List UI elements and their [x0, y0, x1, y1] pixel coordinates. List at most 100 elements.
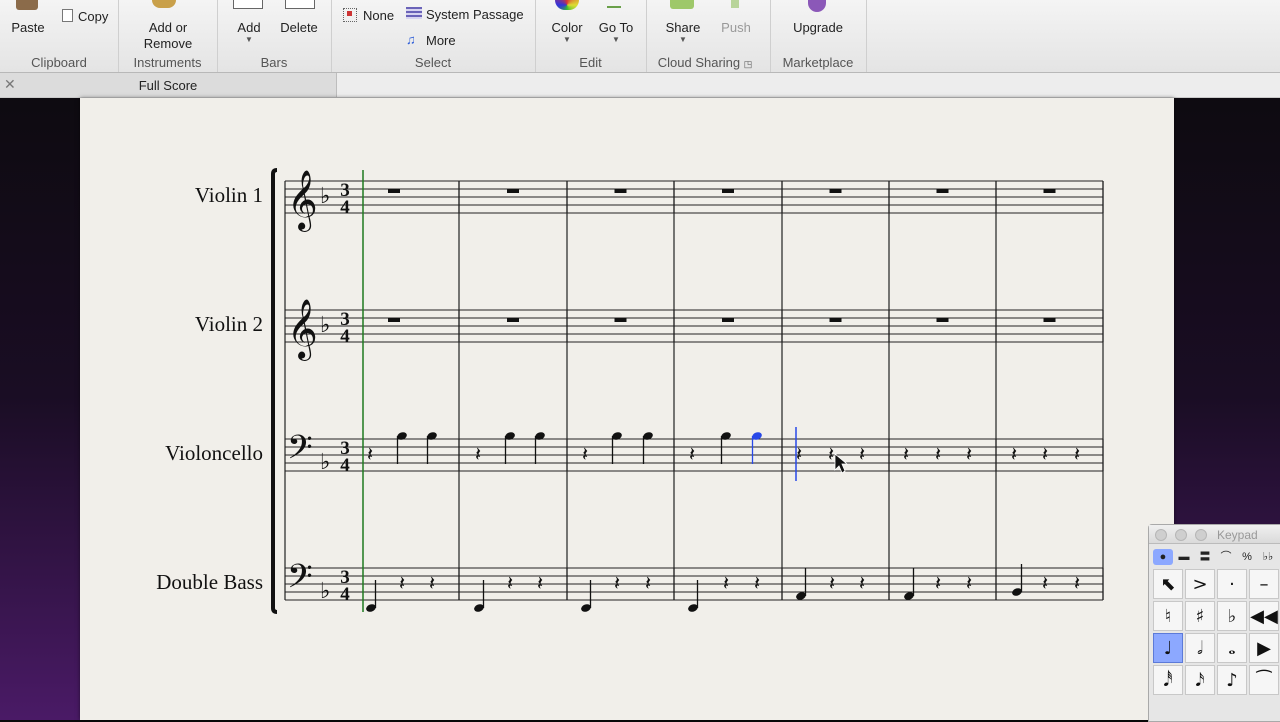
quarter-rest[interactable]: 𝄽 — [507, 571, 513, 595]
quarter-rest[interactable]: 𝄽 — [754, 571, 760, 595]
quarter-rest[interactable]: 𝄽 — [1042, 442, 1048, 466]
quarter-rest[interactable]: 𝄽 — [614, 571, 620, 595]
keypad-play-icon[interactable]: ▶ — [1249, 633, 1279, 663]
group-label-clipboard: Clipboard — [31, 55, 87, 70]
time-signature-bottom: 4 — [340, 584, 350, 605]
keypad-staccato-icon[interactable]: · — [1217, 569, 1247, 599]
keypad-half-note-icon[interactable]: 𝅗𝅥 — [1185, 633, 1215, 663]
whole-bar-rest[interactable] — [507, 318, 519, 322]
zoom-window-icon[interactable] — [1195, 529, 1207, 541]
quarter-rest[interactable]: 𝄽 — [796, 442, 802, 466]
keypad-window[interactable]: Keypad ● ▬ 〓 ⌒ % ♭♭ ⬉ > · – ♮ ♯ ♭ ◀◀ ♩ 𝅗𝅥 𝅝 ▶ 𝅘𝅥𝅰 𝅘𝅥𝅯… — [1148, 524, 1280, 722]
add-bar-icon — [233, 0, 263, 9]
chevron-down-icon: ▼ — [563, 35, 571, 44]
keypad-whole-note-icon[interactable]: 𝅝 — [1217, 633, 1247, 663]
quarter-rest[interactable]: 𝄽 — [429, 571, 435, 595]
keypad-tab-common-icon[interactable]: ● — [1153, 549, 1173, 565]
whole-bar-rest[interactable] — [722, 189, 734, 193]
keypad-64th-note-icon[interactable]: 𝅘𝅥𝅰 — [1153, 665, 1183, 695]
group-bars: Add ▼ Delete Bars — [217, 0, 332, 72]
go-to-button[interactable]: Go To ▼ — [593, 20, 639, 44]
add-remove-instruments-icon — [152, 0, 176, 8]
whole-bar-rest[interactable] — [388, 318, 400, 322]
quarter-rest[interactable]: 𝄽 — [1074, 571, 1080, 595]
quarter-rest[interactable]: 𝄽 — [828, 442, 834, 466]
quarter-rest[interactable]: 𝄽 — [645, 571, 651, 595]
whole-bar-rest[interactable] — [1043, 189, 1056, 193]
quarter-rest[interactable]: 𝄽 — [859, 442, 865, 466]
keypad-tab-repeat-icon[interactable]: % — [1237, 549, 1257, 565]
paste-button[interactable]: Paste — [8, 20, 48, 36]
quarter-rest[interactable]: 𝄽 — [966, 571, 972, 595]
group-edit: Color ▼ Go To ▼ Edit — [535, 0, 647, 72]
quarter-rest[interactable]: 𝄽 — [399, 571, 405, 595]
quarter-rest[interactable]: 𝄽 — [859, 571, 865, 595]
add-remove-instruments-button[interactable]: Add or Remove — [122, 20, 214, 52]
keypad-tab-tremolo-icon[interactable]: 〓 — [1195, 549, 1215, 565]
keypad-tenuto-icon[interactable]: – — [1249, 569, 1279, 599]
keypad-rewind-icon[interactable]: ◀◀ — [1249, 601, 1279, 631]
keypad-flat-icon[interactable]: ♭ — [1217, 601, 1247, 631]
keypad-tab-accidentals-icon[interactable]: ♭♭ — [1258, 549, 1278, 565]
quarter-rest[interactable]: 𝄽 — [1074, 442, 1080, 466]
whole-bar-rest[interactable] — [829, 318, 842, 322]
score-page[interactable]: Violin 1 Violin 2 Violoncello Double Bas… — [80, 98, 1174, 720]
whole-bar-rest[interactable] — [829, 189, 842, 193]
quarter-rest[interactable]: 𝄽 — [1011, 442, 1017, 466]
whole-bar-rest[interactable] — [507, 189, 519, 193]
select-none-button[interactable]: None — [363, 8, 399, 24]
whole-bar-rest[interactable] — [614, 189, 627, 193]
whole-bar-rest[interactable] — [388, 189, 400, 193]
quarter-rest[interactable]: 𝄽 — [475, 442, 481, 466]
minimize-window-icon[interactable] — [1175, 529, 1187, 541]
quarter-rest[interactable]: 𝄽 — [689, 442, 695, 466]
keypad-accent-icon[interactable]: > — [1185, 569, 1215, 599]
quarter-rest[interactable]: 𝄽 — [935, 442, 941, 466]
group-label-bars: Bars — [260, 55, 288, 70]
quarter-rest[interactable]: 𝄽 — [537, 571, 543, 595]
copy-button[interactable]: Copy — [78, 9, 114, 25]
group-label-select: Select — [414, 55, 452, 70]
quarter-rest[interactable]: 𝄽 — [1042, 571, 1048, 595]
keypad-title-bar[interactable]: Keypad — [1149, 525, 1280, 544]
go-to-icon — [607, 0, 621, 8]
keypad-pointer-icon[interactable]: ⬉ — [1153, 569, 1183, 599]
keypad-natural-icon[interactable]: ♮ — [1153, 601, 1183, 631]
share-button[interactable]: Share ▼ — [660, 20, 706, 44]
treble-clef: 𝄞 — [287, 170, 318, 232]
delete-bar-button[interactable]: Delete — [275, 20, 323, 36]
keypad-tab-fermata-icon[interactable]: ⌒ — [1216, 549, 1236, 565]
dialog-launcher-icon[interactable]: ◳ — [744, 59, 753, 69]
push-button[interactable]: Push — [716, 20, 756, 36]
close-window-icon[interactable] — [1155, 529, 1167, 541]
quarter-rest[interactable]: 𝄽 — [935, 571, 941, 595]
keypad-tab-tenuto-icon[interactable]: ▬ — [1174, 549, 1194, 565]
whole-bar-rest[interactable] — [614, 318, 627, 322]
staff-lines: 𝄞 ♭ 34𝄞 ♭ 34𝄢 ♭34𝄢 ♭34 — [271, 168, 1104, 614]
quarter-rest[interactable]: 𝄽 — [582, 442, 588, 466]
select-more-button[interactable]: More — [426, 33, 466, 49]
select-none-icon — [343, 8, 357, 22]
quarter-rest[interactable]: 𝄽 — [903, 442, 909, 466]
system-passage-button[interactable]: System Passage — [426, 7, 530, 23]
quarter-rest[interactable]: 𝄽 — [966, 442, 972, 466]
add-bar-button[interactable]: Add ▼ — [229, 20, 269, 44]
upgrade-icon — [808, 0, 826, 12]
whole-bar-rest[interactable] — [722, 318, 734, 322]
quarter-rest[interactable]: 𝄽 — [723, 571, 729, 595]
keypad-tie-icon[interactable]: ⁀ — [1249, 665, 1279, 695]
color-button[interactable]: Color ▼ — [545, 20, 589, 44]
keypad-eighth-note-icon[interactable]: ♪ — [1217, 665, 1247, 695]
quarter-rest[interactable]: 𝄽 — [829, 571, 835, 595]
quarter-rest[interactable]: 𝄽 — [367, 442, 373, 466]
tab-full-score[interactable]: ✕ Full Score — [0, 73, 337, 97]
upgrade-button[interactable]: Upgrade — [782, 20, 854, 36]
keypad-32nd-note-icon[interactable]: 𝅘𝅥𝅯 — [1185, 665, 1215, 695]
score-canvas[interactable]: Violin 1 Violin 2 Violoncello Double Bas… — [80, 98, 1174, 720]
keypad-quarter-note-icon[interactable]: ♩ — [1153, 633, 1183, 663]
whole-bar-rest[interactable] — [1043, 318, 1056, 322]
keypad-sharp-icon[interactable]: ♯ — [1185, 601, 1215, 631]
notation[interactable]: 𝄽 𝄽 𝄽 𝄽 𝄽 𝄽 𝄽 𝄽 𝄽 𝄽 𝄽 𝄽 𝄽 𝄽 𝄽 𝄽 𝄽 𝄽 𝄽 𝄽 𝄽 𝄽 𝄽 𝄽 𝄽 𝄽 𝄽 — [362, 170, 1080, 613]
whole-bar-rest[interactable] — [936, 189, 949, 193]
whole-bar-rest[interactable] — [936, 318, 949, 322]
